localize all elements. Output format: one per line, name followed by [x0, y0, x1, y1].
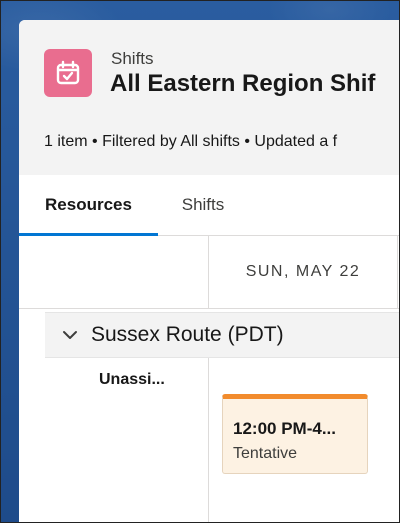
page-title: All Eastern Region Shif — [110, 70, 376, 97]
shift-time: 12:00 PM-4... — [233, 419, 336, 438]
shift-status: Tentative — [233, 445, 298, 462]
resource-name[interactable]: Unassi... — [99, 371, 165, 389]
column-divider — [397, 236, 398, 308]
chevron-down-icon[interactable] — [61, 326, 79, 344]
group-label: Sussex Route (PDT) — [91, 323, 284, 346]
object-label: Shifts — [111, 49, 154, 68]
column-divider — [208, 358, 209, 523]
shift-card[interactable]: 12:00 PM-4... Tentative — [222, 394, 368, 474]
tab-resources[interactable]: Resources — [19, 175, 158, 236]
page-header: Shifts All Eastern Region Shif 1 item • … — [19, 20, 400, 176]
group-row-sussex-route[interactable]: Sussex Route (PDT) — [45, 312, 400, 358]
tab-shifts[interactable]: Shifts — [158, 175, 248, 235]
shifts-list-view: Shifts All Eastern Region Shif 1 item • … — [19, 20, 400, 523]
tab-bar: Resources Shifts — [19, 175, 400, 236]
date-column-header: SUN, MAY 22 — [245, 263, 361, 280]
list-view-summary: 1 item • Filtered by All shifts • Update… — [44, 133, 338, 150]
schedule-grid: SUN, MAY 22 Sussex Route (PDT) Unassi...… — [19, 236, 400, 523]
calendar-check-icon — [44, 49, 92, 97]
row-divider — [19, 308, 400, 309]
